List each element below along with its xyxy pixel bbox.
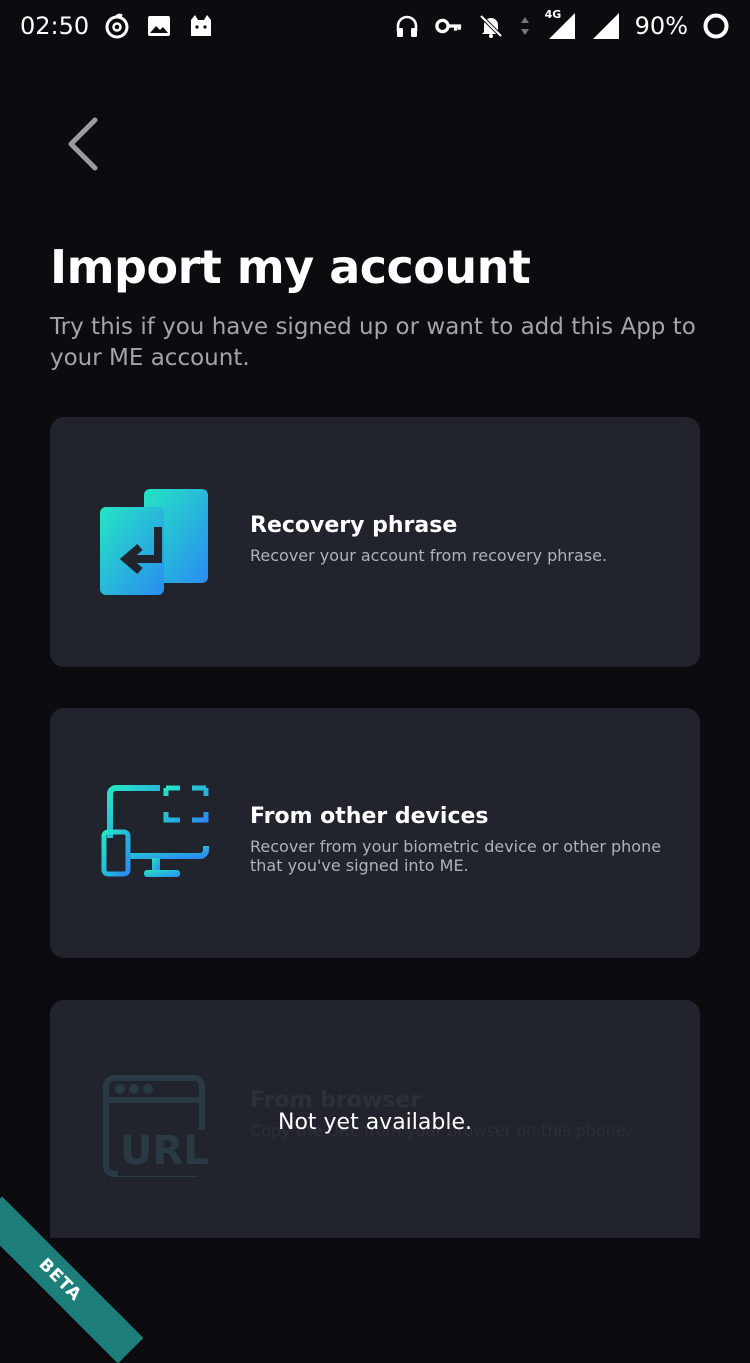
option-title: From other devices [250,804,489,829]
image-icon [145,12,173,40]
page-subtitle: Try this if you have signed up or want t… [50,314,696,371]
data-arrows-icon [519,12,531,40]
option-description: Recover your account from recovery phras… [250,546,608,565]
status-right: 4G 90% [393,8,730,40]
signal-4g-icon: 4G [545,8,577,40]
netease-music-icon [103,12,131,40]
headphones-icon [393,12,421,40]
battery-percent: 90% [634,12,688,40]
signal-icon [591,12,621,40]
chevron-left-icon [68,117,98,171]
recovery-phrase-option[interactable]: Recovery phrase Recover your account fro… [50,417,700,667]
notifications-off-icon [477,12,505,40]
devices-icon [98,776,212,890]
page-title: Import my account [50,240,531,294]
recovery-phrase-icon [98,485,212,599]
clock: 02:50 [20,12,90,40]
network-label: 4G [544,8,562,21]
status-left: 02:50 [20,12,215,40]
back-button[interactable] [58,112,106,176]
cat-icon [187,12,215,40]
other-devices-option[interactable]: From other devices Recover from your bio… [50,708,700,958]
vpn-key-icon [434,12,463,40]
battery-icon [702,12,730,40]
toast-message: Not yet available. [277,1110,472,1135]
option-description: Recover from your biometric device or ot… [250,837,662,875]
option-title: Recovery phrase [250,513,458,538]
status-bar: 02:50 4G 90% [0,0,750,52]
